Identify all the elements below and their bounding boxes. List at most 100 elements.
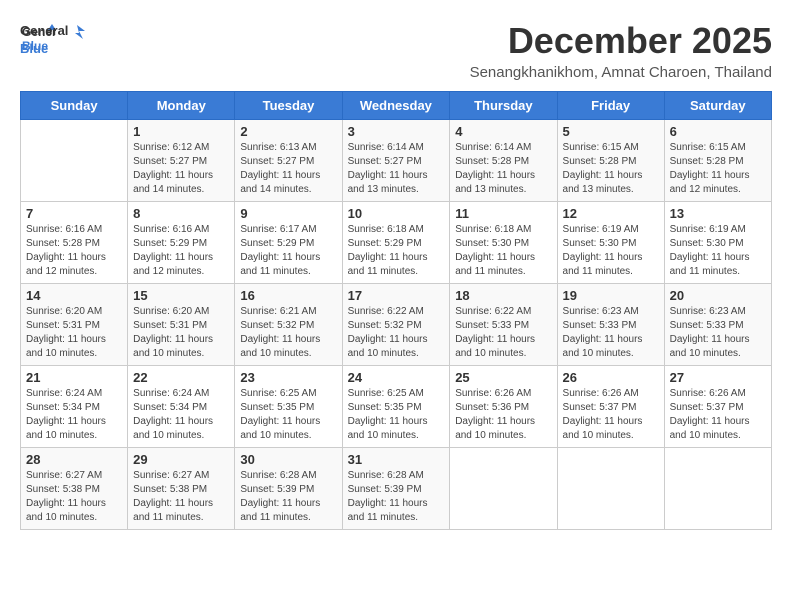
title-section: December 2025 Senangkhanikhom, Amnat Cha… (470, 20, 772, 81)
day-number: 19 (563, 288, 659, 303)
day-number: 31 (348, 452, 445, 467)
day-info: Sunrise: 6:23 AMSunset: 5:33 PMDaylight:… (563, 305, 659, 361)
day-cell (21, 120, 128, 202)
day-cell: 31 Sunrise: 6:28 AMSunset: 5:39 PMDayligh… (342, 448, 450, 530)
day-info: Sunrise: 6:20 AMSunset: 5:31 PMDaylight:… (26, 305, 122, 361)
day-cell: 15Sunrise: 6:20 AMSunset: 5:31 PMDayligh… (128, 284, 235, 366)
day-cell: 12Sunrise: 6:19 AMSunset: 5:30 PMDayligh… (557, 202, 664, 284)
day-number: 13 (670, 206, 766, 221)
day-info: Sunrise: 6:24 AMSunset: 5:34 PMDaylight:… (26, 387, 122, 443)
day-cell: 19 Sunrise: 6:23 AMSunset: 5:33 PMDayligh… (557, 284, 664, 366)
day-number: 4 (455, 124, 551, 139)
day-cell: 27 Sunrise: 6:26 AMSunset: 5:37 PMDayligh… (664, 366, 771, 448)
calendar-body: 1Sunrise: 6:12 AMSunset: 5:27 PMDaylight… (21, 120, 772, 530)
day-header-friday: Friday (557, 92, 664, 120)
day-cell: 18 Sunrise: 6:22 AMSunset: 5:33 PMDayligh… (450, 284, 557, 366)
calendar-table: SundayMondayTuesdayWednesdayThursdayFrid… (20, 91, 772, 530)
day-cell: 24Sunrise: 6:25 AMSunset: 5:35 PMDayligh… (342, 366, 450, 448)
day-number: 10 (348, 206, 445, 221)
day-number: 8 (133, 206, 229, 221)
day-number: 2 (240, 124, 336, 139)
calendar-subtitle: Senangkhanikhom, Amnat Charoen, Thailand (470, 64, 772, 81)
day-number: 27 (670, 370, 766, 385)
day-info: Sunrise: 6:23 AMSunset: 5:33 PMDaylight:… (670, 305, 766, 361)
day-number: 18 (455, 288, 551, 303)
day-number: 26 (563, 370, 659, 385)
day-number: 9 (240, 206, 336, 221)
day-cell: 4Sunrise: 6:14 AMSunset: 5:28 PMDaylight… (450, 120, 557, 202)
day-number: 11 (455, 206, 551, 221)
day-header-sunday: Sunday (21, 92, 128, 120)
day-info: Sunrise: 6:26 AMSunset: 5:37 PMDaylight:… (670, 387, 766, 443)
week-row-3: 14 Sunrise: 6:20 AMSunset: 5:31 PMDayligh… (21, 284, 772, 366)
day-cell (664, 448, 771, 530)
day-info: Sunrise: 6:27 AMSunset: 5:38 PMDaylight:… (26, 469, 122, 525)
day-cell: 29Sunrise: 6:27 AMSunset: 5:38 PMDayligh… (128, 448, 235, 530)
day-cell: 21 Sunrise: 6:24 AMSunset: 5:34 PMDayligh… (21, 366, 128, 448)
day-number: 7 (26, 206, 122, 221)
day-info: Sunrise: 6:26 AMSunset: 5:36 PMDaylight:… (455, 387, 551, 443)
day-number: 17 (348, 288, 445, 303)
day-cell: 28 Sunrise: 6:27 AMSunset: 5:38 PMDayligh… (21, 448, 128, 530)
day-cell: 30 Sunrise: 6:28 AMSunset: 5:39 PMDayligh… (235, 448, 342, 530)
calendar-title: December 2025 (470, 20, 772, 62)
day-cell: 7 Sunrise: 6:16 AMSunset: 5:28 PMDaylight… (21, 202, 128, 284)
day-header-thursday: Thursday (450, 92, 557, 120)
week-row-1: 1Sunrise: 6:12 AMSunset: 5:27 PMDaylight… (21, 120, 772, 202)
day-cell: 20 Sunrise: 6:23 AMSunset: 5:33 PMDayligh… (664, 284, 771, 366)
day-number: 30 (240, 452, 336, 467)
day-header-monday: Monday (128, 92, 235, 120)
day-number: 1 (133, 124, 229, 139)
day-number: 22 (133, 370, 229, 385)
day-cell: 16 Sunrise: 6:21 AMSunset: 5:32 PMDayligh… (235, 284, 342, 366)
day-cell: 25 Sunrise: 6:26 AMSunset: 5:36 PMDayligh… (450, 366, 557, 448)
logo-blue: Blue (20, 41, 48, 56)
day-info: Sunrise: 6:28 AMSunset: 5:39 PMDaylight:… (240, 469, 336, 525)
day-number: 21 (26, 370, 122, 385)
day-number: 23 (240, 370, 336, 385)
day-number: 14 (26, 288, 122, 303)
day-cell: 14 Sunrise: 6:20 AMSunset: 5:31 PMDayligh… (21, 284, 128, 366)
day-info: Sunrise: 6:26 AMSunset: 5:37 PMDaylight:… (563, 387, 659, 443)
day-info: Sunrise: 6:17 AMSunset: 5:29 PMDaylight:… (240, 223, 336, 279)
day-info: Sunrise: 6:27 AMSunset: 5:38 PMDaylight:… (133, 469, 229, 525)
day-number: 6 (670, 124, 766, 139)
day-cell: 13 Sunrise: 6:19 AMSunset: 5:30 PMDayligh… (664, 202, 771, 284)
day-info: Sunrise: 6:22 AMSunset: 5:33 PMDaylight:… (455, 305, 551, 361)
day-info: Sunrise: 6:20 AMSunset: 5:31 PMDaylight:… (133, 305, 229, 361)
day-cell: 3Sunrise: 6:14 AMSunset: 5:27 PMDaylight… (342, 120, 450, 202)
week-row-2: 7 Sunrise: 6:16 AMSunset: 5:28 PMDaylight… (21, 202, 772, 284)
day-cell (557, 448, 664, 530)
day-cell: 23 Sunrise: 6:25 AMSunset: 5:35 PMDayligh… (235, 366, 342, 448)
day-info: Sunrise: 6:24 AMSunset: 5:34 PMDaylight:… (133, 387, 229, 443)
day-info: Sunrise: 6:28 AMSunset: 5:39 PMDaylight:… (348, 469, 445, 525)
week-row-4: 21 Sunrise: 6:24 AMSunset: 5:34 PMDayligh… (21, 366, 772, 448)
day-number: 5 (563, 124, 659, 139)
day-cell: 11Sunrise: 6:18 AMSunset: 5:30 PMDayligh… (450, 202, 557, 284)
day-info: Sunrise: 6:19 AMSunset: 5:30 PMDaylight:… (670, 223, 766, 279)
day-cell: 5Sunrise: 6:15 AMSunset: 5:28 PMDaylight… (557, 120, 664, 202)
day-number: 20 (670, 288, 766, 303)
day-info: Sunrise: 6:13 AMSunset: 5:27 PMDaylight:… (240, 141, 336, 197)
day-info: Sunrise: 6:16 AMSunset: 5:28 PMDaylight:… (26, 223, 122, 279)
day-number: 28 (26, 452, 122, 467)
day-info: Sunrise: 6:25 AMSunset: 5:35 PMDaylight:… (240, 387, 336, 443)
logo-bird-icon (69, 23, 85, 39)
day-number: 3 (348, 124, 445, 139)
day-cell: 2 Sunrise: 6:13 AMSunset: 5:27 PMDaylight… (235, 120, 342, 202)
day-cell: 22 Sunrise: 6:24 AMSunset: 5:34 PMDayligh… (128, 366, 235, 448)
day-cell: 17Sunrise: 6:22 AMSunset: 5:32 PMDayligh… (342, 284, 450, 366)
day-info: Sunrise: 6:15 AMSunset: 5:28 PMDaylight:… (670, 141, 766, 197)
week-row-5: 28 Sunrise: 6:27 AMSunset: 5:38 PMDayligh… (21, 448, 772, 530)
day-number: 16 (240, 288, 336, 303)
day-info: Sunrise: 6:18 AMSunset: 5:29 PMDaylight:… (348, 223, 445, 279)
day-cell: 8Sunrise: 6:16 AMSunset: 5:29 PMDaylight… (128, 202, 235, 284)
logo: General Blue General Blue (20, 20, 85, 58)
day-header-tuesday: Tuesday (235, 92, 342, 120)
day-cell: 6 Sunrise: 6:15 AMSunset: 5:28 PMDaylight… (664, 120, 771, 202)
page-header: General Blue General Blue December 2025 … (20, 20, 772, 81)
day-number: 25 (455, 370, 551, 385)
day-info: Sunrise: 6:21 AMSunset: 5:32 PMDaylight:… (240, 305, 336, 361)
day-header-saturday: Saturday (664, 92, 771, 120)
day-number: 24 (348, 370, 445, 385)
